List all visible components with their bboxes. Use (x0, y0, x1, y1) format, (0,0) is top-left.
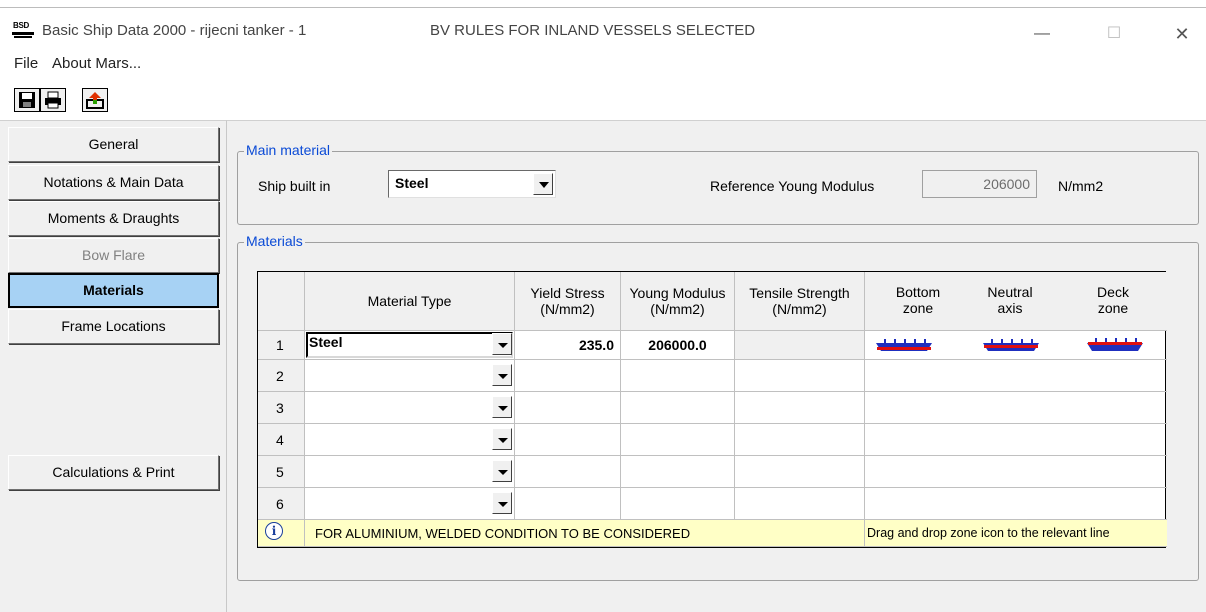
zone-cell[interactable] (865, 424, 1167, 456)
material-type-select[interactable]: Steel (305, 331, 515, 360)
export-button[interactable] (82, 88, 108, 112)
row-number: 2 (258, 360, 305, 392)
bsd-app-icon: BSD (12, 21, 36, 41)
material-type-select[interactable] (305, 488, 515, 520)
deck-zone-ship-icon[interactable] (1086, 336, 1144, 354)
row-number: 3 (258, 392, 305, 424)
yield-stress-cell[interactable]: 235.0 (515, 331, 621, 360)
chevron-down-icon[interactable] (492, 333, 512, 355)
main-material-legend: Main material (244, 142, 333, 158)
nav-materials[interactable]: Materials (8, 273, 219, 308)
tensile-strength-cell[interactable] (735, 331, 865, 360)
menu-bar: File About Mars... (0, 50, 1206, 78)
drag-drop-hint: Drag and drop zone icon to the relevant … (865, 520, 1167, 547)
header-tensile-strength: Tensile Strength (N/mm2) (735, 272, 865, 331)
ref-young-field: 206000 (922, 170, 1037, 198)
materials-page: Main material Ship built in Steel Refere… (226, 120, 1206, 612)
zone-cell[interactable] (865, 456, 1167, 488)
young-modulus-cell[interactable] (621, 456, 735, 488)
tensile-strength-cell[interactable] (735, 360, 865, 392)
row-number: 5 (258, 456, 305, 488)
header-bottom-zone: Bottom zone (895, 284, 941, 316)
nav-frame-locations[interactable]: Frame Locations (8, 309, 219, 344)
materials-legend: Materials (244, 233, 305, 249)
header-yield-stress: Yield Stress (N/mm2) (515, 272, 621, 331)
info-icon-cell: i (258, 520, 305, 547)
save-icon (19, 92, 35, 108)
header-corner (258, 272, 305, 331)
menu-file[interactable]: File (14, 55, 38, 72)
row-number: 1 (258, 331, 305, 360)
main-material-group: Main material Ship built in Steel Refere… (237, 142, 1199, 225)
window-title: Basic Ship Data 2000 - rijecni tanker - … (42, 22, 307, 39)
chevron-down-icon[interactable] (492, 428, 512, 450)
nav-notations-main-data[interactable]: Notations & Main Data (8, 165, 219, 200)
header-young-modulus: Young Modulus (N/mm2) (621, 272, 735, 331)
material-type-value: Steel (309, 334, 343, 350)
tensile-strength-cell[interactable] (735, 392, 865, 424)
material-type-select[interactable] (305, 424, 515, 456)
zone-cell[interactable] (865, 360, 1167, 392)
bottom-zone-ship-icon[interactable] (875, 336, 933, 354)
yield-stress-cell[interactable] (515, 392, 621, 424)
export-icon (86, 92, 104, 109)
row-number: 6 (258, 488, 305, 520)
calculations-print-button[interactable]: Calculations & Print (8, 455, 219, 490)
ship-built-label: Ship built in (258, 178, 331, 194)
nav-moments-draughts[interactable]: Moments & Draughts (8, 201, 219, 236)
yield-stress-cell[interactable] (515, 424, 621, 456)
nav-bow-flare[interactable]: Bow Flare (8, 238, 219, 273)
tensile-strength-cell[interactable] (735, 488, 865, 520)
neutral-axis-ship-icon[interactable] (982, 336, 1040, 354)
chevron-down-icon[interactable] (492, 460, 512, 482)
ref-young-label: Reference Young Modulus (710, 178, 875, 194)
zone-cell[interactable] (865, 392, 1167, 424)
chevron-down-icon[interactable] (533, 173, 553, 195)
young-modulus-cell[interactable] (621, 424, 735, 456)
header-material-type: Material Type (305, 272, 515, 331)
minimize-button[interactable]: — (1020, 18, 1064, 50)
chevron-down-icon[interactable] (492, 364, 512, 386)
ship-built-value: Steel (395, 175, 429, 191)
window-top-edge (0, 0, 1206, 8)
maximize-button[interactable]: ☐ (1092, 18, 1136, 50)
menu-about-mars[interactable]: About Mars... (52, 55, 141, 72)
info-icon: i (265, 522, 283, 540)
close-button[interactable]: ✕ (1160, 18, 1204, 50)
header-deck-zone: Deck zone (1097, 284, 1129, 316)
print-icon (45, 91, 61, 109)
young-modulus-cell[interactable] (621, 392, 735, 424)
young-modulus-cell[interactable] (621, 360, 735, 392)
ship-built-select[interactable]: Steel (388, 170, 556, 198)
print-button[interactable] (40, 88, 66, 112)
left-nav-panel: General Notations & Main Data Moments & … (0, 120, 226, 612)
young-modulus-cell[interactable] (621, 488, 735, 520)
ref-young-unit: N/mm2 (1058, 178, 1104, 194)
yield-stress-cell[interactable] (515, 488, 621, 520)
app-window: BSD Basic Ship Data 2000 - rijecni tanke… (0, 0, 1206, 612)
header-neutral-axis: Neutral axis (987, 284, 1033, 316)
material-type-select[interactable] (305, 456, 515, 488)
chevron-down-icon[interactable] (492, 396, 512, 418)
yield-stress-cell[interactable] (515, 360, 621, 392)
materials-table: Material Type Yield Stress (N/mm2) Young… (257, 271, 1167, 548)
zone-cell[interactable] (865, 488, 1167, 520)
aluminium-note: FOR ALUMINIUM, WELDED CONDITION TO BE CO… (305, 520, 865, 547)
toolbar (0, 78, 1206, 120)
row-number: 4 (258, 424, 305, 456)
chevron-down-icon[interactable] (492, 492, 512, 514)
tensile-strength-cell[interactable] (735, 456, 865, 488)
yield-stress-cell[interactable] (515, 456, 621, 488)
rules-selected-text: BV RULES FOR INLAND VESSELS SELECTED (430, 22, 756, 39)
tensile-strength-cell[interactable] (735, 424, 865, 456)
nav-general[interactable]: General (8, 127, 219, 162)
material-type-select[interactable] (305, 360, 515, 392)
young-modulus-cell[interactable]: 206000.0 (621, 331, 735, 360)
title-bar[interactable]: BSD Basic Ship Data 2000 - rijecni tanke… (0, 8, 1206, 50)
save-button[interactable] (14, 88, 40, 112)
material-type-select[interactable] (305, 392, 515, 424)
